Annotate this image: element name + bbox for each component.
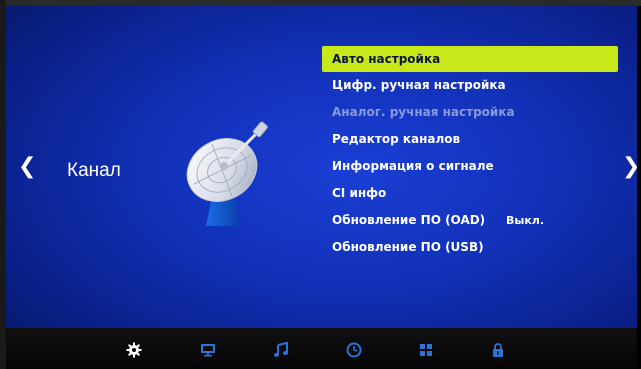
- menu-item-label: Цифр. ручная настройка: [332, 78, 506, 92]
- tv-menu-screen: ❮ ❯ Канал Авто настройка: [6, 6, 637, 369]
- clock-icon[interactable]: [346, 342, 362, 358]
- menu-item-label: CI инфо: [332, 186, 387, 200]
- menu-item-label: Информация о сигнале: [332, 159, 494, 173]
- menu-item-ci-info[interactable]: CI инфо: [322, 180, 618, 207]
- menu-item-label: Авто настройка: [332, 52, 441, 66]
- menu-item-label: Обновление ПО (USB): [332, 240, 484, 254]
- menu-item-digital-manual-tuning[interactable]: Цифр. ручная настройка: [322, 72, 618, 99]
- monitor-icon[interactable]: [200, 342, 216, 358]
- lock-icon[interactable]: [490, 342, 506, 358]
- oad-status-value: Выкл.: [506, 214, 545, 227]
- menu-item-channel-editor[interactable]: Редактор каналов: [322, 126, 618, 153]
- menu-item-label: Аналог. ручная настройка: [332, 105, 515, 119]
- menu-item-label: Обновление ПО (OAD): [332, 213, 486, 227]
- menu-item-signal-info[interactable]: Информация о сигнале: [322, 153, 618, 180]
- menu-item-analog-manual-tuning: Аналог. ручная настройка: [322, 99, 618, 126]
- music-note-icon[interactable]: [273, 342, 289, 358]
- menu-tab-bar: [6, 328, 637, 369]
- menu-item-label: Редактор каналов: [332, 132, 461, 146]
- satellite-dish-icon: [186, 121, 268, 226]
- channel-settings-menu: Авто настройка Цифр. ручная настройка Ан…: [322, 46, 618, 261]
- menu-item-software-update-usb[interactable]: Обновление ПО (USB): [322, 234, 618, 261]
- next-section-arrow-icon[interactable]: ❯: [622, 156, 637, 178]
- section-title: Канал: [67, 160, 121, 181]
- menu-item-auto-tuning[interactable]: Авто настройка: [322, 46, 618, 72]
- grid-icon[interactable]: [418, 342, 434, 358]
- previous-section-arrow-icon[interactable]: ❮: [18, 156, 36, 178]
- gear-icon[interactable]: [126, 342, 142, 358]
- menu-item-software-update-oad[interactable]: Обновление ПО (OAD) Выкл.: [322, 207, 618, 234]
